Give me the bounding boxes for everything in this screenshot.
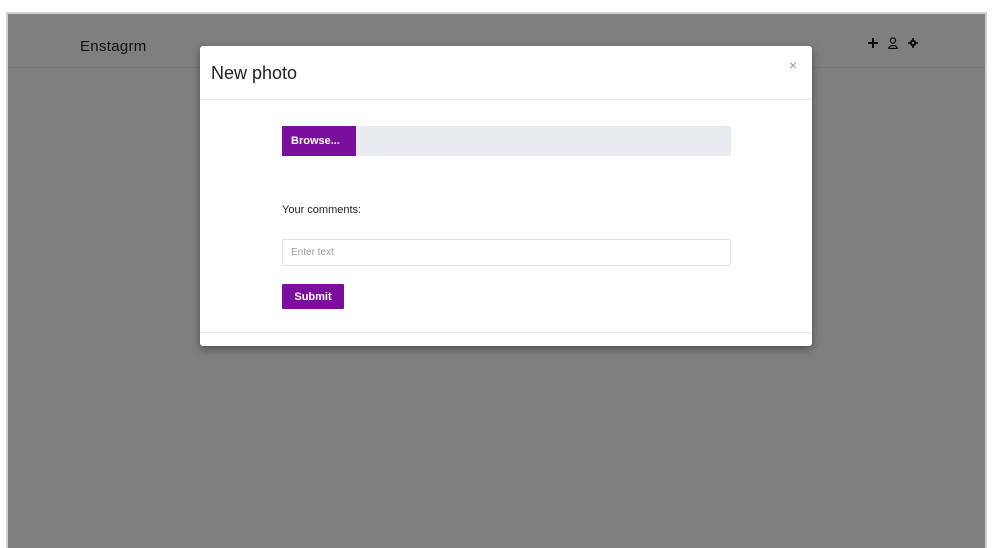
- close-icon[interactable]: ×: [786, 58, 800, 72]
- modal-title: New photo: [211, 63, 298, 83]
- modal-header: New photo ×: [200, 46, 812, 100]
- file-picker[interactable]: Browse...: [282, 126, 731, 156]
- browse-button[interactable]: Browse...: [282, 126, 356, 156]
- submit-button[interactable]: Submit: [282, 284, 344, 309]
- modal-footer-divider: [200, 332, 812, 333]
- browser-window: Enstagrm: [6, 12, 987, 548]
- page: Enstagrm: [8, 14, 985, 548]
- file-name-display[interactable]: [356, 126, 731, 156]
- new-photo-modal: New photo × Browse... Your comments: Sub…: [200, 46, 812, 346]
- comments-label: Your comments:: [282, 204, 362, 216]
- comment-input[interactable]: [282, 239, 731, 266]
